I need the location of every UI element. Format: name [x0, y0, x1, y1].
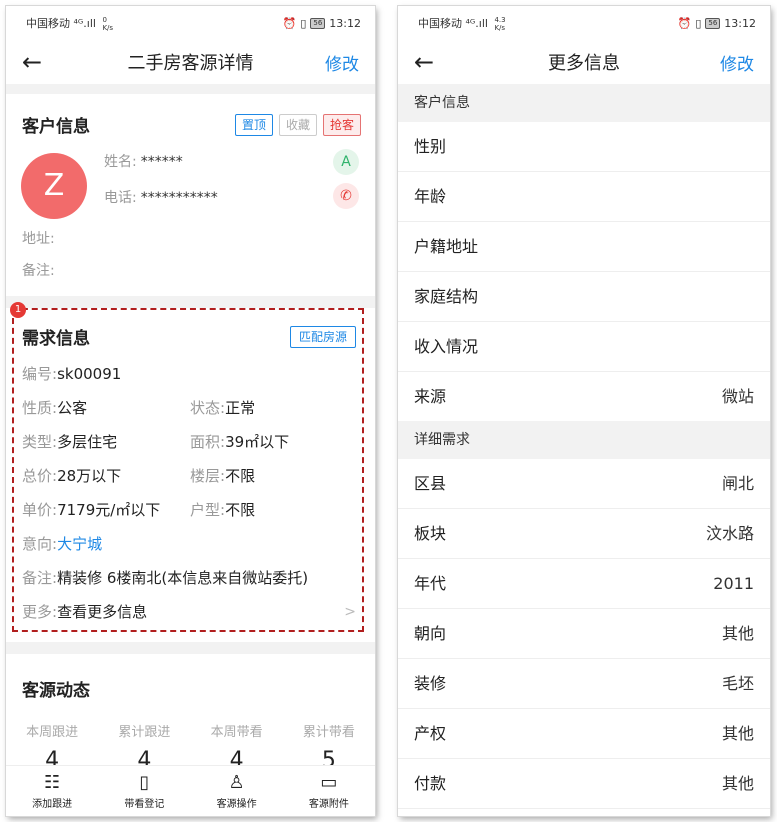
- info-row-decoration: 装修 毛坯: [398, 659, 770, 709]
- dynamics-section: 客源动态 本周跟进 4 累计跟进 4 本周带看 4 累计带看 5: [6, 654, 375, 773]
- info-row-district: 区县 闸北: [398, 459, 770, 509]
- demand-row-nature: 性质:公客 状态:正常: [22, 399, 256, 417]
- vibrate-icon: ▯: [695, 16, 702, 30]
- info-row-gender: 性别: [398, 122, 770, 172]
- demand-row-code: 编号:sk00091: [22, 365, 122, 383]
- phone-right: 中国移动 ⁴ᴳ.ıll 4.3 K/s ⏰ ▯ 56 13:12 ← 更多信息 修…: [398, 6, 770, 816]
- page-title: 更多信息: [548, 53, 620, 74]
- info-row-property-right: 产权 其他: [398, 709, 770, 759]
- name-value: ******: [140, 154, 183, 170]
- register-icon: ▯: [139, 772, 150, 793]
- nav-bar: ← 二手房客源详情 修改: [6, 40, 375, 84]
- demand-row-total: 总价:28万以下 楼层:不限: [22, 467, 256, 485]
- name-label: 姓名:: [104, 154, 137, 170]
- add-follow-up-button[interactable]: ☷ 添加跟进: [6, 766, 98, 816]
- step-badge: 1: [10, 302, 26, 318]
- info-row-family-structure: 家庭结构: [398, 272, 770, 322]
- status-bar: 中国移动 ⁴ᴳ.ıll 4.3 K/s ⏰ ▯ 56 13:12: [398, 6, 770, 40]
- viewing-register-button[interactable]: ▯ 带看登记: [98, 766, 190, 816]
- demand-row-intent: 意向:大宁城: [22, 535, 103, 553]
- clock: 13:12: [724, 16, 756, 30]
- grade-badge: A: [333, 149, 359, 175]
- edit-button[interactable]: 修改: [714, 50, 754, 75]
- demand-row-remark: 备注:精装修 6楼南北(本信息来自微站委托): [22, 569, 309, 587]
- vibrate-icon: ▯: [300, 16, 307, 30]
- carrier: 中国移动: [418, 16, 462, 30]
- section-detailed-demand: 详细需求: [398, 421, 770, 459]
- phone-call-icon[interactable]: ✆: [333, 183, 359, 209]
- page-title: 二手房客源详情: [127, 53, 254, 74]
- back-arrow-icon[interactable]: ←: [414, 48, 454, 76]
- battery-icon: 56: [705, 17, 721, 29]
- phone-value: ***********: [140, 190, 218, 206]
- intent-link[interactable]: 大宁城: [57, 535, 102, 553]
- more-info-link[interactable]: 更多:查看更多信息 >: [14, 595, 362, 629]
- info-row-household-address: 户籍地址: [398, 222, 770, 272]
- battery-icon: 56: [310, 17, 326, 29]
- dynamics-heading: 客源动态: [22, 681, 90, 701]
- info-row-orientation: 朝向 其他: [398, 609, 770, 659]
- net-speed: 0: [102, 15, 107, 24]
- client-attachment-button[interactable]: ▭ 客源附件: [283, 766, 375, 816]
- info-row-block: 板块 汶水路: [398, 509, 770, 559]
- address-label: 地址:: [22, 231, 55, 247]
- calendar-icon: ☷: [44, 772, 61, 793]
- customer-card: 客户信息 置顶 收藏 抢客 Z 姓名: ****** 电话: ***********…: [6, 94, 375, 287]
- nav-bar: ← 更多信息 修改: [398, 40, 770, 84]
- info-row-year: 年代 2011: [398, 559, 770, 609]
- section-customer-info: 客户信息: [398, 84, 770, 122]
- carrier: 中国移动: [26, 16, 70, 30]
- edit-button[interactable]: 修改: [319, 50, 359, 75]
- demand-row-unit-price: 单价:7179元/㎡以下 户型:不限: [22, 501, 256, 519]
- grab-client-button[interactable]: 抢客: [322, 113, 361, 136]
- info-row-income: 收入情况: [398, 322, 770, 372]
- demand-section: 1 需求信息 匹配房源 编号:sk00091 性质:公客 状态:正常 类型:多层…: [10, 302, 364, 632]
- user-icon: ♙: [228, 772, 245, 793]
- avatar: Z: [21, 153, 87, 219]
- demand-heading: 需求信息: [22, 329, 90, 349]
- signal-icon: ⁴ᴳ.ıll: [465, 16, 488, 30]
- alarm-icon: ⏰: [282, 16, 297, 30]
- info-row-age: 年龄: [398, 172, 770, 222]
- info-row-source: 来源 微站: [414, 387, 754, 406]
- folder-icon: ▭: [320, 772, 338, 793]
- remark-label: 备注:: [22, 263, 55, 279]
- net-speed-unit: K/s: [494, 23, 506, 32]
- demand-row-type: 类型:多层住宅 面积:39㎡以下: [22, 433, 290, 451]
- signal-icon: ⁴ᴳ.ıll: [73, 16, 96, 30]
- chevron-right-icon: >: [344, 604, 356, 620]
- back-arrow-icon[interactable]: ←: [22, 48, 62, 76]
- bottom-toolbar: ☷ 添加跟进 ▯ 带看登记 ♙ 客源操作 ▭ 客源附件: [6, 765, 375, 816]
- status-bar: 中国移动 ⁴ᴳ.ıll 0 K/s ⏰ ▯ 56 13:12: [6, 6, 375, 40]
- phone-label: 电话:: [104, 190, 137, 206]
- phone-left: 中国移动 ⁴ᴳ.ıll 0 K/s ⏰ ▯ 56 13:12 ← 二手房客源详情 …: [6, 6, 375, 816]
- client-operation-button[interactable]: ♙ 客源操作: [191, 766, 283, 816]
- favorite-button[interactable]: 收藏: [278, 113, 317, 136]
- customer-heading: 客户信息: [22, 117, 90, 137]
- net-speed-unit: K/s: [102, 23, 114, 32]
- clock: 13:12: [329, 16, 361, 30]
- pin-top-button[interactable]: 置顶: [234, 113, 273, 136]
- info-row-payment: 付款 其他: [398, 759, 770, 809]
- match-listings-button[interactable]: 匹配房源: [289, 325, 356, 348]
- net-speed: 4.3: [494, 15, 506, 24]
- alarm-icon: ⏰: [677, 16, 692, 30]
